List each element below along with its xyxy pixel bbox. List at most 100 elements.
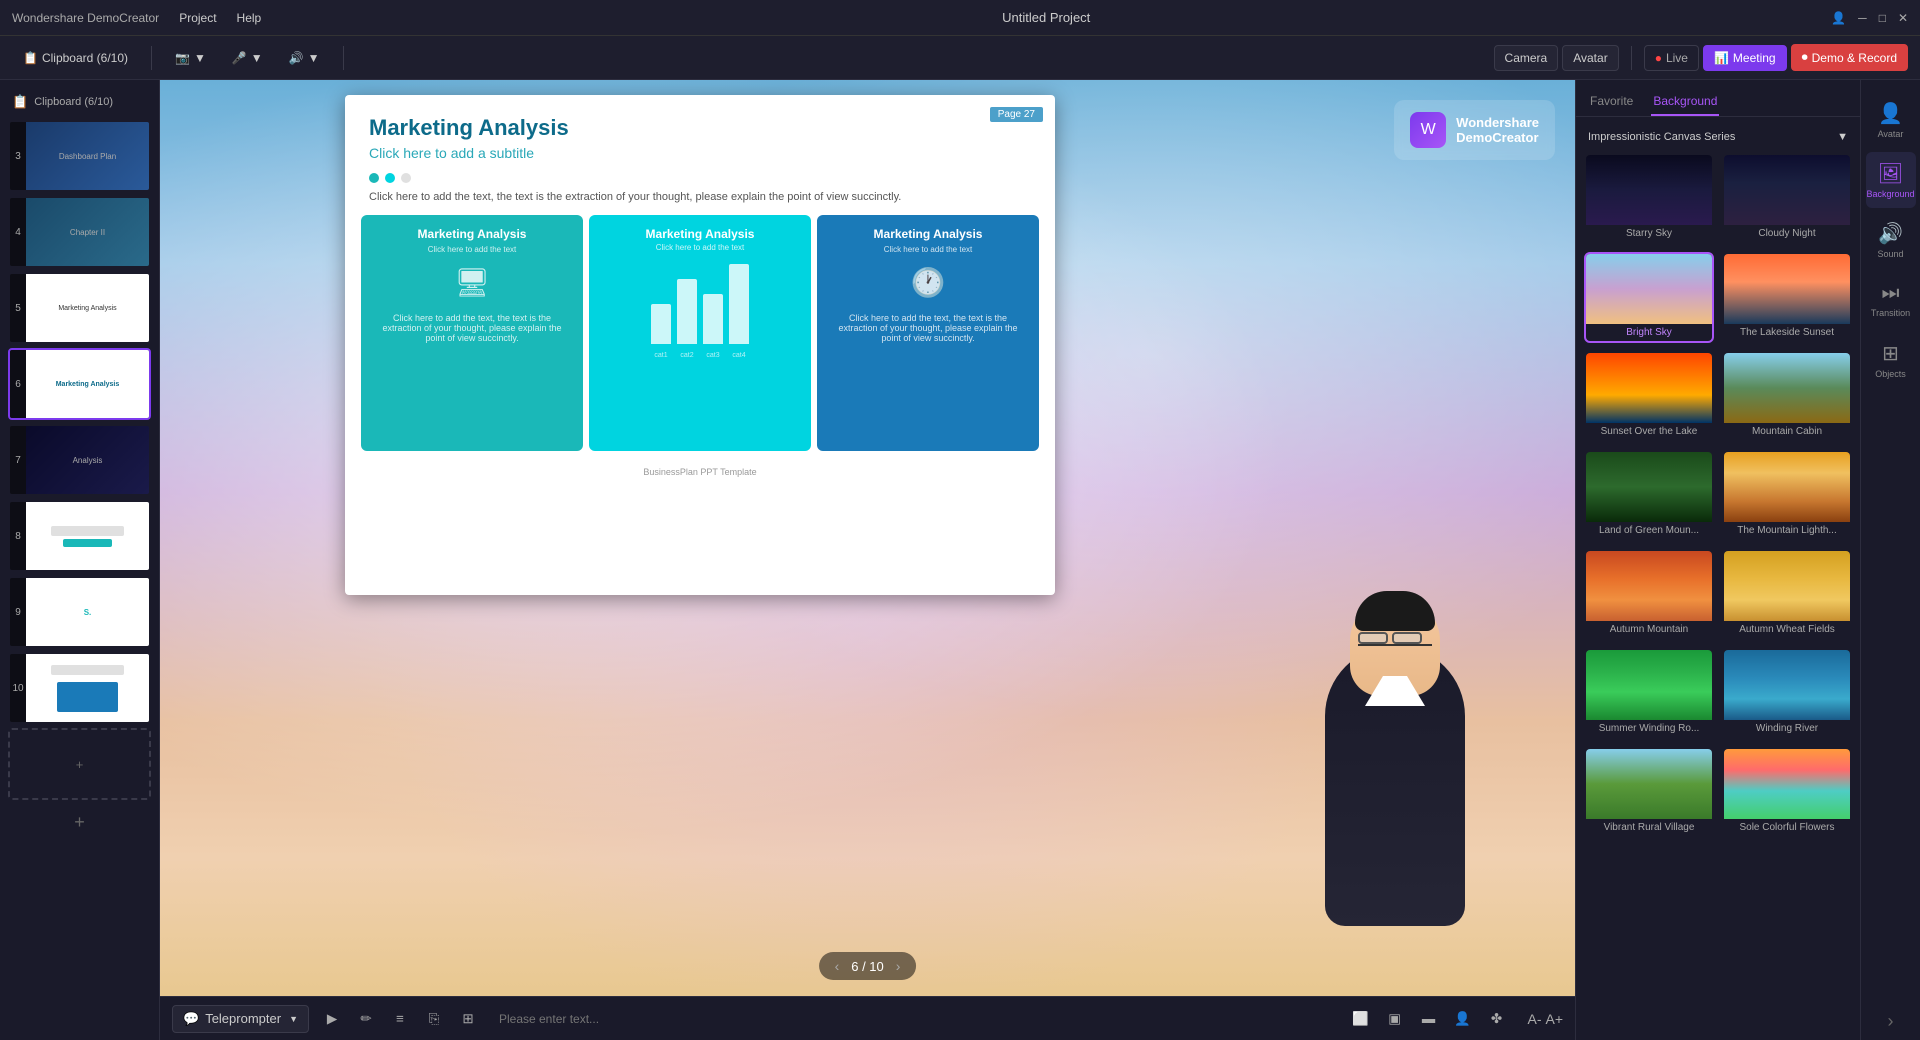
screen-btn[interactable]: ⬜ xyxy=(1345,1004,1375,1034)
close-button[interactable]: ✕ xyxy=(1898,11,1908,25)
slide-thumb-3[interactable]: 3 Dashboard Plan xyxy=(8,120,151,192)
slide-frame[interactable]: Page 27 Marketing Analysis Click here to… xyxy=(345,95,1055,595)
person-btn[interactable]: 👤 xyxy=(1447,1004,1477,1034)
clock-icon: 🕐 xyxy=(911,266,946,299)
slide-panel: 📋 Clipboard (6/10) 3 Dashboard Plan 4 Ch… xyxy=(0,80,160,1040)
demo-record-button[interactable]: ⏺ Demo & Record xyxy=(1791,44,1908,71)
slide-thumb-9[interactable]: 9 S. xyxy=(8,576,151,648)
slide-body-text: Click here to add the text, the text is … xyxy=(345,191,1055,203)
input-controls: 📷 ▼ 🎤 ▼ 🔊 ▼ xyxy=(164,45,331,71)
sidebar-expand-button[interactable]: › xyxy=(1888,1011,1894,1032)
thumb-number-7: 7 xyxy=(10,426,26,494)
bg-item-sunset-over-lake[interactable]: Sunset Over the Lake xyxy=(1584,351,1714,442)
slide-thumb-7[interactable]: 7 Analysis xyxy=(8,424,151,496)
play-button[interactable]: ▶ xyxy=(317,1004,347,1034)
watermark-overlay: W Wondershare DemoCreator xyxy=(1394,100,1555,160)
bg-thumb-autumn-mountain xyxy=(1586,551,1712,621)
sound-btn[interactable]: 🔊 ▼ xyxy=(278,45,331,71)
bg-thumb-summer-winding xyxy=(1586,650,1712,720)
slide-thumb-4[interactable]: 4 Chapter II xyxy=(8,196,151,268)
user-icon[interactable]: 👤 xyxy=(1831,11,1846,25)
font-decrease-button[interactable]: A- xyxy=(1527,1011,1541,1027)
bg-item-summer-winding[interactable]: Summer Winding Ro... xyxy=(1584,648,1714,739)
bg-item-the-lakeside-sunset[interactable]: The Lakeside Sunset xyxy=(1722,252,1852,343)
bg-item-starry-sky[interactable]: Starry Sky xyxy=(1584,153,1714,244)
main-toolbar: 📋 Clipboard (6/10) 📷 ▼ 🎤 ▼ 🔊 ▼ Camera Av… xyxy=(0,36,1920,80)
recording-controls: ● Live 📊 Meeting ⏺ Demo & Record xyxy=(1644,44,1908,71)
avatar-button[interactable]: Avatar xyxy=(1562,45,1618,71)
slide-card-1: Marketing Analysis Click here to add the… xyxy=(361,215,583,451)
slide-thumb-8[interactable]: 8 xyxy=(8,500,151,572)
teleprompter-input[interactable] xyxy=(491,1008,1338,1030)
minimize-button[interactable]: ─ xyxy=(1858,11,1867,25)
camera-small-icon: 📷 xyxy=(175,51,190,65)
titlebar: Wondershare DemoCreator Project Help Unt… xyxy=(0,0,1920,36)
slide-thumb-10[interactable]: 10 xyxy=(8,652,151,724)
add-slide-bottom[interactable]: + xyxy=(0,804,159,841)
bottom-right-tools: ⬜ ▣ ▬ 👤 ✤ xyxy=(1345,1004,1511,1034)
bg-item-land-green-mountain[interactable]: Land of Green Moun... xyxy=(1584,450,1714,541)
clipboard-section: 📋 Clipboard (6/10) xyxy=(12,45,139,71)
overlay-btn[interactable]: ✤ xyxy=(1481,1004,1511,1034)
tab-favorite[interactable]: Favorite xyxy=(1588,88,1635,116)
layout-button[interactable]: ⊞ xyxy=(453,1004,483,1034)
bg-label-starry-sky: Starry Sky xyxy=(1586,225,1712,242)
align-button[interactable]: ≡ xyxy=(385,1004,415,1034)
bg-item-sole-colorful[interactable]: Sole Colorful Flowers xyxy=(1722,747,1852,838)
watermark-text: Wondershare DemoCreator xyxy=(1456,115,1539,145)
slide-dots xyxy=(345,165,1055,191)
sidebar-icon-sound[interactable]: 🔊 Sound xyxy=(1866,212,1916,268)
dot-1 xyxy=(369,173,379,183)
series-header: Impressionistic Canvas Series ▼ xyxy=(1584,125,1852,149)
camera-button[interactable]: Camera xyxy=(1494,45,1559,71)
menu-project[interactable]: Project xyxy=(179,11,216,25)
next-page-button[interactable]: › xyxy=(896,958,901,974)
sidebar-icon-avatar[interactable]: 👤 Avatar xyxy=(1866,92,1916,148)
prev-page-button[interactable]: ‹ xyxy=(835,958,840,974)
pencil-button[interactable]: ✏ xyxy=(351,1004,381,1034)
mic-btn[interactable]: 🎤 ▼ xyxy=(221,45,274,71)
maximize-button[interactable]: □ xyxy=(1879,11,1886,25)
clipboard-button[interactable]: 📋 Clipboard (6/10) xyxy=(12,45,139,71)
bg-item-bright-sky[interactable]: Bright Sky xyxy=(1584,252,1714,343)
sidebar-icon-background[interactable]: 🖼 Background xyxy=(1866,152,1916,208)
add-slide-button[interactable]: + xyxy=(8,728,151,800)
live-button[interactable]: ● Live xyxy=(1644,45,1699,71)
copy-button[interactable]: ⎘ xyxy=(419,1004,449,1034)
bg-item-autumn-wheat[interactable]: Autumn Wheat Fields xyxy=(1722,549,1852,640)
font-increase-button[interactable]: A+ xyxy=(1545,1011,1563,1027)
bg-thumb-cloudy-night xyxy=(1724,155,1850,225)
bg-thumb-mountain-cabin xyxy=(1724,353,1850,423)
bg-item-cloudy-night[interactable]: Cloudy Night xyxy=(1722,153,1852,244)
thumb-number-10: 10 xyxy=(10,654,26,722)
bg-thumb-vibrant-rural xyxy=(1586,749,1712,819)
sidebar-icon-transition[interactable]: ⏭ Transition xyxy=(1866,272,1916,328)
bg-thumb-sunset-over-lake xyxy=(1586,353,1712,423)
slide-subtitle-text: Click here to add a subtitle xyxy=(369,145,1031,161)
bg-item-winding-river[interactable]: Winding River xyxy=(1722,648,1852,739)
thumb-number-8: 8 xyxy=(10,502,26,570)
bg-item-vibrant-rural[interactable]: Vibrant Rural Village xyxy=(1584,747,1714,838)
bg-label-cloudy-night: Cloudy Night xyxy=(1724,225,1850,242)
camera-input-btn[interactable]: 📷 ▼ xyxy=(164,45,217,71)
clipboard-small-icon: 📋 xyxy=(12,94,28,110)
teleprompter-button[interactable]: 💬 Teleprompter ▼ xyxy=(172,1005,309,1033)
objects-sidebar-icon: ⊞ xyxy=(1882,341,1899,366)
main-layout: 📋 Clipboard (6/10) 3 Dashboard Plan 4 Ch… xyxy=(0,80,1920,1040)
bg-item-mountain-lighthouse[interactable]: The Mountain Lighth... xyxy=(1722,450,1852,541)
chat-icon: 💬 xyxy=(183,1011,199,1027)
mode-controls: Camera Avatar xyxy=(1494,45,1619,71)
bg-item-mountain-cabin[interactable]: Mountain Cabin xyxy=(1722,351,1852,442)
slide-thumb-6[interactable]: 6 Marketing Analysis xyxy=(8,348,151,420)
slide-thumb-5[interactable]: 5 Marketing Analysis xyxy=(8,272,151,344)
meeting-button[interactable]: 📊 Meeting xyxy=(1703,45,1787,71)
pip-btn[interactable]: ▣ xyxy=(1379,1004,1409,1034)
tab-background[interactable]: Background xyxy=(1651,88,1719,116)
right-sidebar: 👤 Avatar 🖼 Background 🔊 Sound ⏭ Transiti… xyxy=(1860,80,1920,1040)
monitor-icon: 🖥 xyxy=(454,266,490,299)
canvas-area[interactable]: Page 27 Marketing Analysis Click here to… xyxy=(160,80,1575,996)
sidebar-icon-objects[interactable]: ⊞ Objects xyxy=(1866,332,1916,388)
bg-item-autumn-mountain[interactable]: Autumn Mountain xyxy=(1584,549,1714,640)
bar-btn[interactable]: ▬ xyxy=(1413,1004,1443,1034)
menu-help[interactable]: Help xyxy=(237,11,262,25)
